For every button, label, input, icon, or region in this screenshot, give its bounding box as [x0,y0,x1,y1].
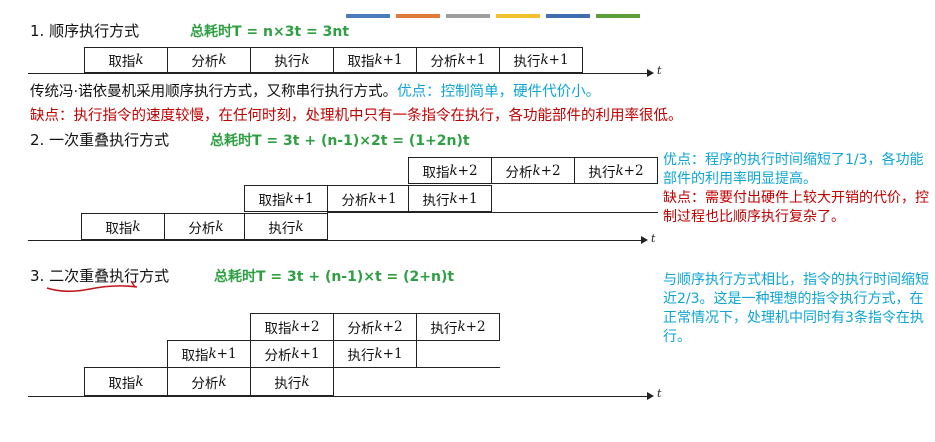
s2-cell-k-execute: 执行 k [244,213,328,240]
seq-desc-text: 传统冯·诺依曼机采用顺序执行方式，又称串行执行方式。 [30,84,398,100]
overlap1-pros: 优点：程序的执行时间缩短了1/3，各功能部件的利用率明显提高。 [663,152,924,187]
s3-cell-k2-fetch: 取指 k +2 [250,313,334,341]
s2-cell-k2-execute: 执行 k +2 [574,157,658,184]
s1-cell-3: 执行 k [250,47,334,73]
header-stripe-2 [396,14,440,18]
section1-formula: 总耗时T = n×3t = 3nt [190,24,350,40]
section3-title-underlined: 二次重叠 [46,267,138,293]
overlap2-note: 与顺序执行方式相比，指令的执行时间缩短近2/3。这是一种理想的指令执行方式，在正… [663,272,929,345]
s2-frame-line [327,212,658,213]
seq-cons-text: 缺点：执行指令的速度较慢，在任何时刻，处理机中只有一条指令在执行，各功能部件的利… [30,108,683,124]
s1-cell-4: 取指 k +1 [333,47,417,73]
s2-cell-k1-execute: 执行 k +1 [408,185,492,212]
s3-cell-k-fetch: 取指 k [84,367,168,396]
s3-time-axis [28,396,648,397]
s3-axis-arrow-icon [647,392,654,400]
s1-cell-6: 执行 k +1 [499,47,583,73]
s2-cell-k1-fetch: 取指 k +1 [244,185,328,212]
s1-axis-arrow-icon [647,69,654,77]
section3-title: 3. 二次重叠 执行方式 [30,265,169,293]
seq-pros-text: 优点：控制简单，硬件代价小。 [397,84,601,100]
header-stripe-6 [596,14,640,18]
section2-formula: 总耗时T = 3t + (n-1)×2t = (1+2n)t [210,133,470,149]
section3-formula: 总耗时T = 3t + (n-1)×t = (2+n)t [214,269,455,285]
s2-cell-k-fetch: 取指 k [81,213,165,240]
overlap1-cons: 缺点：需要付出硬件上较大开销的代价，控制过程也比顺序执行复杂了。 [663,190,929,225]
s1-cell-1: 取指 k [84,47,168,73]
s3-cell-k2-execute: 执行 k +2 [416,313,500,341]
seq-description: 传统冯·诺依曼机采用顺序执行方式，又称串行执行方式。优点：控制简单，硬件代价小。 [30,80,600,101]
header-stripe-5 [546,14,590,18]
s3-cell-k1-analyze: 分析 k +1 [250,340,334,368]
header-stripe-4 [496,14,540,18]
s2-cell-k1-analyze: 分析 k +1 [327,185,411,212]
s3-frame-line [416,367,500,368]
s3-cell-k1-execute: 执行 k +1 [333,340,417,368]
s2-cell-k2-analyze: 分析 k +2 [491,157,575,184]
s3-cell-k1-fetch: 取指 k +1 [167,340,251,368]
s3-cell-k2-analyze: 分析 k +2 [333,313,417,341]
s2-axis-arrow-icon [641,236,648,244]
s1-cell-5: 分析 k +1 [416,47,500,73]
s2-cell-k-analyze: 分析 k [164,213,248,240]
header-stripe-1 [346,14,390,18]
section1-title: 1. 顺序执行方式 [30,22,140,40]
overlap1-notes: 优点：程序的执行时间缩短了1/3，各功能部件的利用率明显提高。 缺点：需要付出硬… [663,151,933,227]
handwritten-underline-icon [46,281,138,293]
s3-cell-k-analyze: 分析 k [167,367,251,396]
s1-cell-2: 分析 k [167,47,251,73]
header-stripe-3 [446,14,490,18]
section2-title: 2. 一次重叠执行方式 [30,131,170,149]
s2-cell-k2-fetch: 取指 k +2 [408,157,492,184]
s2-axis-label: t [651,232,656,245]
s1-axis-label: t [657,64,662,77]
s3-axis-label: t [657,387,662,400]
s1-time-axis [28,73,648,74]
s2-time-axis [28,240,642,241]
s3-cell-k-execute: 执行 k [250,367,334,396]
